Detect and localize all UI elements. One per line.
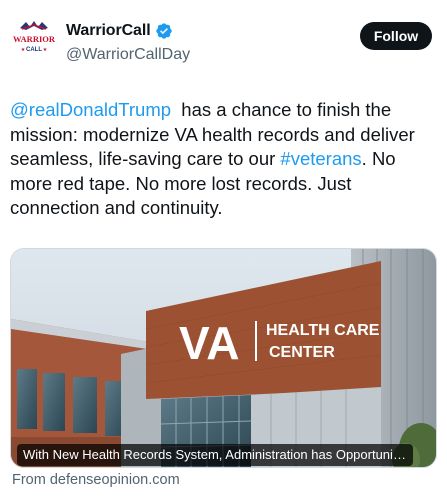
mention-link[interactable]: @realDonaldTrump [10,99,171,120]
hashtag-link[interactable]: #veterans [280,148,361,169]
card-source[interactable]: From defenseopinion.com [12,472,180,488]
follow-button[interactable]: Follow [360,22,432,50]
card-image: VA HEALTH CARE CENTER [11,249,436,467]
avatar[interactable]: WARRIOR CALL ★ ★ [12,16,56,60]
display-name[interactable]: WarriorCall [66,22,151,40]
sign-line2-text: CENTER [269,344,335,361]
sign-line1-text: HEALTH CARE [266,322,380,339]
author-handle[interactable]: @WarriorCallDay [66,46,190,64]
card-caption[interactable]: With New Health Records System, Administ… [17,444,413,466]
link-card[interactable]: VA HEALTH CARE CENTER With New Health Re… [10,248,437,468]
warriorcall-logo-icon: WARRIOR CALL ★ ★ [12,16,56,60]
svg-text:★: ★ [43,47,48,53]
svg-text:CALL: CALL [26,47,42,53]
svg-text:★: ★ [21,47,26,53]
tweet-text: @realDonaldTrump has a chance to finish … [10,98,440,221]
tweet-header: WARRIOR CALL ★ ★ WarriorCall @WarriorCal… [0,0,447,80]
verified-badge-icon [155,23,172,39]
svg-text:WARRIOR: WARRIOR [13,34,56,44]
sign-va-text: VA [179,317,240,369]
author-name-row: WarriorCall [66,22,173,40]
